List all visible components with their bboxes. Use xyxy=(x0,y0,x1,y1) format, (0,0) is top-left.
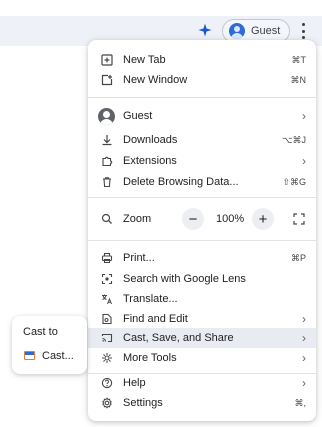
menu-item-delete-browsing-data[interactable]: Delete Browsing Data... ⇧⌘G xyxy=(88,172,316,192)
puzzle-icon[interactable] xyxy=(197,22,213,38)
chevron-right-icon: › xyxy=(302,331,306,345)
menu-item-print[interactable]: Print... ⌘P xyxy=(88,248,316,268)
menu-item-label: Delete Browsing Data... xyxy=(123,176,239,188)
trash-icon xyxy=(100,175,114,189)
download-icon xyxy=(100,133,114,147)
shortcut-label: ⌘T xyxy=(291,54,307,65)
extension-icon xyxy=(100,154,114,168)
menu-item-extensions[interactable]: Extensions › xyxy=(88,151,316,171)
chevron-right-icon: › xyxy=(302,351,306,365)
submenu-item-label: Cast... xyxy=(42,350,74,362)
chevron-right-icon: › xyxy=(302,109,306,123)
menu-item-label: Help xyxy=(123,377,146,389)
new-tab-icon xyxy=(100,53,114,67)
cast-device-icon xyxy=(24,351,35,360)
menu-item-new-tab[interactable]: New Tab ⌘T xyxy=(88,50,316,70)
menu-divider xyxy=(88,97,316,98)
avatar xyxy=(229,23,245,39)
chrome-main-menu: New Tab ⌘T New Window ⌘N Guest › Downloa… xyxy=(88,40,316,421)
zoom-level: 100% xyxy=(216,213,245,225)
menu-divider xyxy=(88,240,316,241)
submenu-title: Cast to xyxy=(23,326,58,338)
menu-item-zoom: Zoom − 100% + xyxy=(88,206,316,232)
zoom-icon xyxy=(100,212,114,226)
new-window-icon xyxy=(100,73,114,87)
menu-item-label: New Tab xyxy=(123,54,166,66)
menu-item-label: Extensions xyxy=(123,155,177,167)
zoom-in-button[interactable]: + xyxy=(252,208,274,230)
menu-item-label: Cast, Save, and Share xyxy=(123,332,234,344)
kebab-icon[interactable] xyxy=(298,23,308,39)
cast-icon xyxy=(100,331,114,345)
fullscreen-icon[interactable] xyxy=(290,210,308,228)
menu-item-downloads[interactable]: Downloads ⌥⌘J xyxy=(88,130,316,150)
menu-item-label: More Tools xyxy=(123,352,177,364)
translate-icon xyxy=(100,292,114,306)
menu-item-label: New Window xyxy=(123,74,188,86)
menu-item-more-tools[interactable]: More Tools › xyxy=(88,348,316,368)
menu-item-label: Settings xyxy=(123,397,163,409)
menu-item-label: Zoom xyxy=(123,213,152,225)
menu-item-label: Print... xyxy=(123,252,155,264)
chevron-right-icon: › xyxy=(302,154,306,168)
find-page-icon xyxy=(100,312,114,326)
menu-item-google-lens[interactable]: Search with Google Lens xyxy=(88,269,316,289)
shortcut-label: ⌘P xyxy=(290,252,306,263)
menu-item-label: Find and Edit xyxy=(123,313,188,325)
submenu-item-cast[interactable]: Cast... xyxy=(12,344,87,368)
gear-icon xyxy=(100,396,114,410)
menu-item-translate[interactable]: Translate... xyxy=(88,289,316,309)
shortcut-label: ⌘, xyxy=(294,397,306,408)
help-icon xyxy=(100,376,114,390)
shortcut-label: ⇧⌘G xyxy=(282,176,306,187)
menu-divider xyxy=(88,197,316,198)
menu-item-cast-save-share[interactable]: Cast, Save, and Share › xyxy=(88,328,316,348)
menu-item-label: Translate... xyxy=(123,293,178,305)
cast-submenu: Cast to Cast... xyxy=(12,316,87,374)
menu-item-label: Search with Google Lens xyxy=(123,273,246,285)
chevron-right-icon: › xyxy=(302,312,306,326)
menu-item-find-and-edit[interactable]: Find and Edit › xyxy=(88,309,316,329)
lens-icon xyxy=(100,272,114,286)
shortcut-label: ⌥⌘J xyxy=(282,134,306,145)
profile-label: Guest xyxy=(251,25,281,37)
printer-icon xyxy=(100,251,114,265)
menu-item-help[interactable]: Help › xyxy=(88,373,316,393)
chevron-right-icon: › xyxy=(302,376,306,390)
shortcut-label: ⌘N xyxy=(290,74,307,85)
menu-item-settings[interactable]: Settings ⌘, xyxy=(88,393,316,413)
menu-item-profile[interactable]: Guest › xyxy=(88,106,316,126)
tools-icon xyxy=(100,351,114,365)
menu-item-label: Guest xyxy=(123,110,153,122)
guest-avatar-icon xyxy=(98,108,115,125)
menu-item-new-window[interactable]: New Window ⌘N xyxy=(88,70,316,90)
zoom-out-button[interactable]: − xyxy=(182,208,204,230)
menu-item-label: Downloads xyxy=(123,134,178,146)
